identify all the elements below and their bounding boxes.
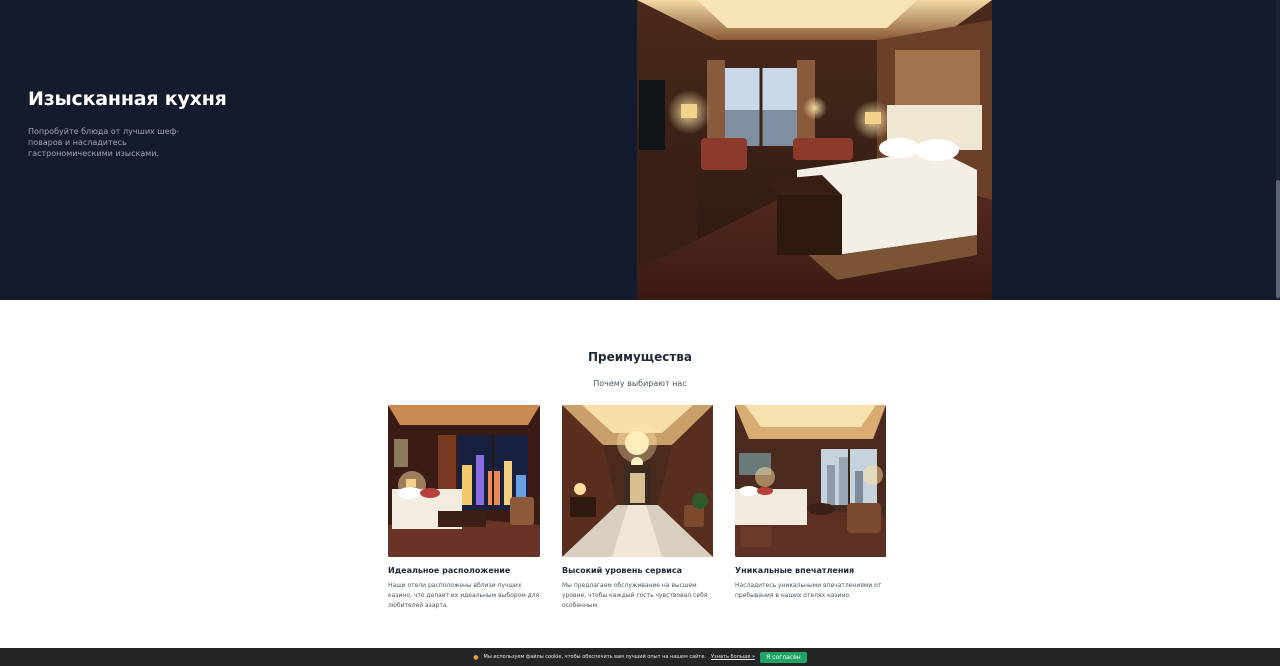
cookie-text: Мы используем файлы cookie, чтобы обеспе… [483,654,706,660]
cookie-accept-button[interactable]: Я согласен [760,651,807,663]
hero-section: Изысканная кухня Попробуйте блюда от луч… [0,0,1280,300]
scrollbar-thumb[interactable] [1276,180,1280,298]
hotel-lobby-chandelier-image [562,405,714,557]
advantage-card: Высокий уровень сервиса Мы предлагаем об… [562,405,714,611]
card-text: Мы предлагаем обслуживание на высшем уро… [562,582,708,609]
hero-title: Изысканная кухня [28,88,227,110]
advantages-title: Преимущества [588,350,692,364]
cookie-banner: ● Мы используем файлы cookie, чтобы обес… [0,648,1280,666]
page-scrollbar[interactable] [1276,0,1280,300]
hero-description: Попробуйте блюда от лучших шеф-поваров и… [28,127,180,158]
cookie-learn-more-link[interactable]: Узнать больше » [711,654,755,660]
hero-hotel-room-image [637,0,992,300]
card-title: Идеальное расположение [388,566,511,575]
advantages-subtitle: Почему выбирают нас [593,379,687,388]
card-title: Высокий уровень сервиса [562,566,682,575]
card-text: Наши отели расположены вблизи лучших каз… [388,582,540,609]
card-text: Насладитесь уникальными впечатлениями от… [735,582,882,599]
hotel-suite-city-view-image [735,405,887,557]
cookie-icon: ● [473,653,479,661]
advantage-card: Уникальные впечатления Насладитесь уника… [735,405,887,601]
card-title: Уникальные впечатления [735,566,855,575]
advantage-card: Идеальное расположение Наши отели распол… [388,405,540,611]
hotel-room-night-city-image [388,405,540,557]
